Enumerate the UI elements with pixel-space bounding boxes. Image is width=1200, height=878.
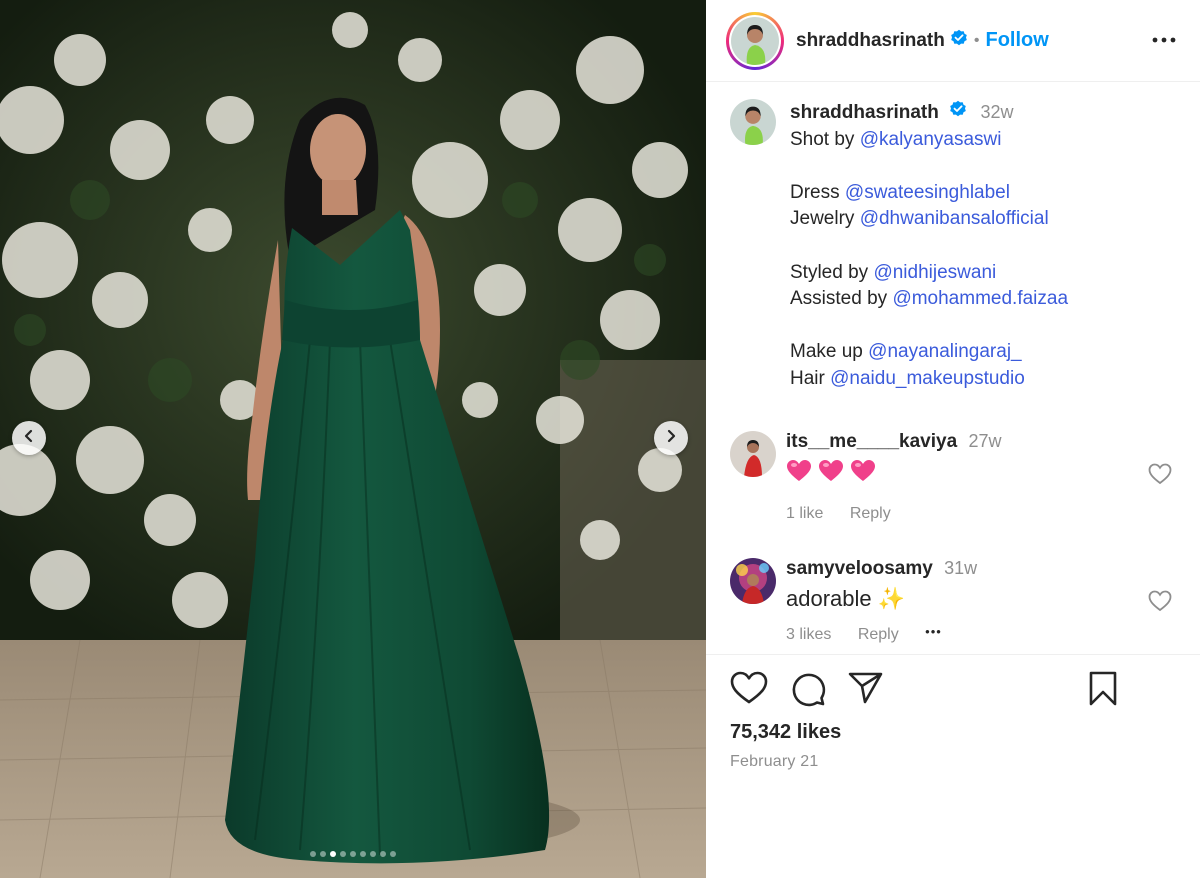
heart-outline-icon — [1148, 590, 1172, 616]
post-header: shraddhasrinath • Follow — [706, 0, 1200, 82]
save-button[interactable] — [1088, 671, 1118, 712]
comment-body: samyveloosamy 31w adorable ✨ 3 likes Rep… — [786, 558, 977, 644]
caption-line-prefix: Assisted by — [790, 288, 893, 310]
caption-line-prefix: Dress — [790, 181, 845, 203]
caption-line: Jewelry @dhwanibansalofficial — [790, 206, 1068, 233]
comment-like-count[interactable]: 3 likes — [786, 626, 831, 643]
post-actions: 75,342 likes February 21 — [706, 654, 1200, 878]
carousel-dot — [380, 851, 386, 857]
comment-timestamp[interactable]: 31w — [944, 558, 977, 578]
carousel-next-button[interactable] — [654, 421, 688, 455]
carousel-dot — [310, 851, 316, 857]
carousel-dot — [370, 851, 376, 857]
more-horizontal-icon — [1152, 30, 1176, 47]
verified-badge-icon — [949, 100, 967, 127]
caption-line: Make up @nayanalingaraj_ — [790, 339, 1068, 366]
comment-like-button[interactable] — [1148, 590, 1172, 617]
comments-scroll-area[interactable]: shraddhasrinath 32w Shot by @kalyanyasas… — [706, 83, 1200, 653]
commenter-avatar[interactable] — [730, 558, 776, 604]
like-count[interactable]: 75,342 likes — [730, 721, 841, 744]
carousel-dot — [350, 851, 356, 857]
pink-heart-icon — [786, 460, 812, 488]
pink-heart-icon — [818, 460, 844, 488]
caption-line: Dress @swateesinghlabel — [790, 180, 1068, 207]
caption-mention-link[interactable]: @naidu_makeupstudio — [830, 368, 1025, 389]
caption-mention-link[interactable]: @swateesinghlabel — [845, 182, 1010, 203]
comment-like-button[interactable] — [1148, 463, 1172, 490]
caption-line-prefix: Hair — [790, 367, 831, 389]
caption-line-prefix: Shot by — [790, 128, 860, 150]
caption-text: Shot by @kalyanyasaswi Dress @swateesingh… — [790, 127, 1068, 393]
caption-mention-link[interactable]: @nidhijeswani — [873, 262, 996, 283]
comment-icon — [790, 673, 826, 711]
author-username[interactable]: shraddhasrinath — [796, 30, 945, 52]
carousel-dot — [360, 851, 366, 857]
header-separator: • — [973, 31, 980, 49]
caption-line-prefix: Make up — [790, 341, 869, 363]
caption-line: Styled by @nidhijeswani — [790, 260, 1068, 287]
caption-username[interactable]: shraddhasrinath — [790, 102, 939, 123]
author-avatar — [731, 16, 779, 65]
comment-item: samyveloosamy 31w adorable ✨ 3 likes Rep… — [730, 558, 1180, 644]
like-button[interactable] — [730, 671, 768, 710]
post-image[interactable] — [0, 0, 706, 878]
carousel-prev-button[interactable] — [12, 421, 46, 455]
caption-line: Shot by @kalyanyasaswi — [790, 127, 1068, 154]
comment-reply-button[interactable]: Reply — [850, 505, 891, 522]
comment-timestamp[interactable]: 27w — [968, 431, 1001, 451]
comment-text — [786, 459, 1001, 489]
post-date[interactable]: February 21 — [730, 753, 818, 771]
caption-author-avatar[interactable] — [730, 99, 776, 145]
post-details-panel: shraddhasrinath • Follow shraddhasrinath… — [706, 0, 1200, 878]
verified-badge-icon — [950, 29, 968, 52]
comment-item: its__me____kaviya 27w 1 like Reply — [730, 431, 1180, 523]
comment-like-count[interactable]: 1 like — [786, 505, 823, 522]
chevron-right-icon — [664, 429, 678, 448]
caption-body: shraddhasrinath 32w Shot by @kalyanyasas… — [790, 99, 1068, 393]
heart-icon — [730, 671, 768, 709]
carousel-indicator — [0, 851, 706, 857]
more-options-button[interactable] — [1152, 30, 1176, 48]
caption-timestamp[interactable]: 32w — [980, 102, 1013, 122]
heart-outline-icon — [1148, 463, 1172, 489]
carousel-dot — [330, 851, 336, 857]
caption-mention-link[interactable]: @kalyanyasaswi — [860, 129, 1002, 150]
photo-scene — [0, 0, 706, 878]
caption-mention-link[interactable]: @dhwanibansalofficial — [860, 208, 1049, 229]
caption-line-prefix: Jewelry — [790, 208, 860, 230]
post-caption: shraddhasrinath 32w Shot by @kalyanyasas… — [730, 99, 1180, 393]
caption-mention-link[interactable]: @mohammed.faizaa — [892, 288, 1068, 309]
caption-line-prefix: Styled by — [790, 261, 874, 283]
comment-reply-button[interactable]: Reply — [858, 626, 899, 643]
commenter-avatar[interactable] — [730, 431, 776, 477]
caption-mention-link[interactable]: @nayanalingaraj_ — [868, 341, 1021, 362]
follow-button[interactable]: Follow — [985, 29, 1048, 52]
chevron-left-icon — [22, 429, 36, 448]
carousel-dot — [340, 851, 346, 857]
carousel-dot — [390, 851, 396, 857]
comment-more-button[interactable]: ••• — [925, 624, 942, 639]
caption-line: Hair @naidu_makeupstudio — [790, 366, 1068, 393]
comment-text: adorable ✨ — [786, 586, 906, 611]
comment-button[interactable] — [790, 671, 826, 712]
comment-username[interactable]: its__me____kaviya — [786, 431, 957, 452]
comment-username[interactable]: samyveloosamy — [786, 558, 933, 579]
carousel-dot — [320, 851, 326, 857]
send-icon — [848, 672, 884, 709]
share-button[interactable] — [848, 671, 884, 710]
caption-line: Assisted by @mohammed.faizaa — [790, 286, 1068, 313]
bookmark-icon — [1088, 671, 1118, 711]
comment-body: its__me____kaviya 27w 1 like Reply — [786, 431, 1001, 523]
pink-heart-icon — [850, 460, 876, 488]
author-avatar-ring[interactable] — [726, 11, 784, 70]
